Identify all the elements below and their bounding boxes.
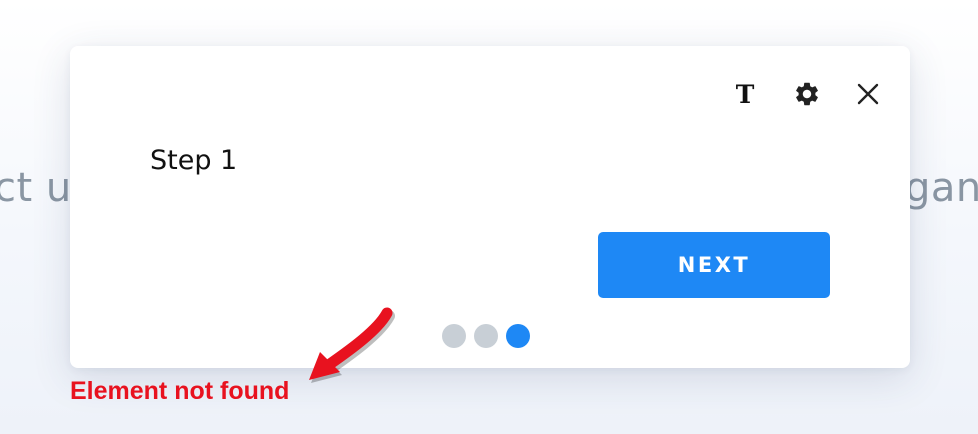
step-dot-3-active[interactable] [506,324,530,348]
walkthrough-dialog: T Step 1 NEXT [70,46,910,368]
settings-button[interactable] [787,74,827,114]
text-size-button[interactable]: T [725,74,765,114]
step-dot-1[interactable] [442,324,466,348]
error-label: Element not found [70,377,290,405]
step-dot-2[interactable] [474,324,498,348]
next-button[interactable]: NEXT [598,232,830,298]
step-pagination [442,324,530,348]
error-arrow-icon [309,307,395,383]
step-title: Step 1 [150,145,238,176]
background-page-text-left: ct u [0,165,72,211]
text-size-icon: T [735,79,755,109]
close-icon [857,83,879,105]
close-button[interactable] [848,74,888,114]
gear-icon [796,82,818,106]
background-page-text-right: gan [905,165,978,211]
